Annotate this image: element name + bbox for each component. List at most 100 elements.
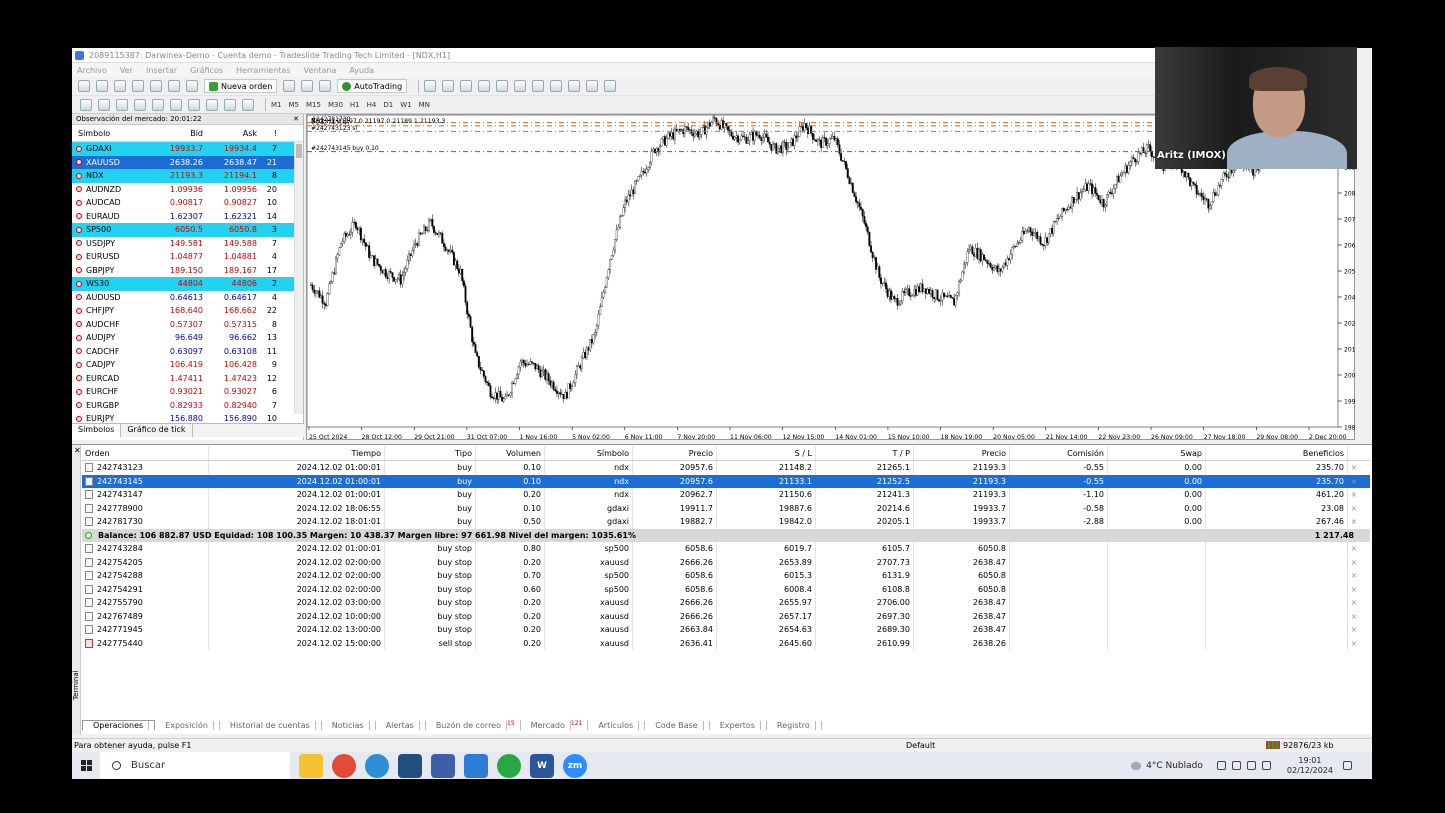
tab-grafico-tick[interactable]: Gráfico de tick <box>121 424 193 437</box>
table-row[interactable]: 242771945 2024.12.02 13:00:00 buy stop 0.20… <box>82 623 1370 637</box>
notifications-icon[interactable] <box>1343 761 1352 770</box>
market-watch-row[interactable]: AUDCHF 0.57307 0.57315 8 <box>72 318 303 332</box>
file-explorer-icon[interactable] <box>299 753 323 778</box>
zoom-icon[interactable]: zm <box>563 753 587 778</box>
table-row[interactable]: 242778900 2024.12.02 18:06:55 buy 0.10 gdaxi… <box>82 501 1370 516</box>
menu-ver[interactable]: Ver <box>120 66 133 75</box>
close-order-icon[interactable]: × <box>1348 515 1360 529</box>
menu-archivo[interactable]: Archivo <box>77 66 107 75</box>
trendline-icon[interactable] <box>152 98 164 111</box>
terminal-col-header[interactable]: Tipo <box>385 446 476 460</box>
market-watch-row[interactable]: NDX 21193.3 21194.1 8 <box>72 169 303 183</box>
market-watch-row[interactable]: XAUUSD 2638.26 2638.47 21 <box>72 155 303 169</box>
vertical-line-icon[interactable] <box>116 98 128 111</box>
fibonacci-icon[interactable] <box>188 98 200 111</box>
terminal-col-header[interactable]: Orden <box>82 446 209 460</box>
table-row[interactable]: 242743147 2024.12.02 01:00:01 buy 0.20 ndx 20… <box>82 488 1370 502</box>
col-spread[interactable]: ! <box>260 129 280 138</box>
close-order-icon[interactable]: × <box>1348 542 1360 556</box>
market-watch-row[interactable]: CADCHF 0.63097 0.63108 11 <box>72 345 303 359</box>
chart-shift-icon[interactable] <box>550 80 563 92</box>
close-order-icon[interactable]: × <box>1348 637 1360 651</box>
terminal-tab[interactable]: Alertas <box>376 720 426 730</box>
table-row[interactable]: 242754291 2024.12.02 02:00:00 buy stop 0.60… <box>82 582 1370 597</box>
display-icon[interactable] <box>1261 761 1271 770</box>
navigator-icon[interactable] <box>150 80 162 92</box>
timeframe-w1[interactable]: W1 <box>400 101 411 109</box>
vps-icon[interactable] <box>319 80 332 92</box>
terminal-tab[interactable]: Noticias <box>322 720 376 730</box>
app-icon[interactable] <box>431 753 455 778</box>
volume-icon[interactable] <box>1246 761 1256 770</box>
market-watch-row[interactable]: GBPJPY 189.150 189.167 17 <box>72 264 303 278</box>
close-order-icon[interactable]: × <box>1348 623 1360 637</box>
col-symbol[interactable]: Símbolo <box>72 129 152 138</box>
taskbar-clock[interactable]: 19:01 02/12/2024 <box>1287 756 1333 776</box>
market-watch-row[interactable]: EURCHF 0.93021 0.93027 6 <box>72 385 303 399</box>
terminal-col-header[interactable]: S / L <box>717 446 816 460</box>
terminal-tab[interactable]: Artículos <box>588 720 646 730</box>
close-icon[interactable]: ✕ <box>293 114 299 125</box>
taskbar-search[interactable]: Buscar <box>100 752 290 779</box>
crosshair-icon[interactable] <box>98 98 110 111</box>
tile-windows-icon[interactable] <box>514 80 527 92</box>
close-order-icon[interactable]: × <box>1348 502 1360 516</box>
table-row[interactable]: 242743145 2024.12.02 01:00:01 buy 0.10 ndx 20… <box>82 474 1370 489</box>
scrollbar-thumb[interactable] <box>296 144 302 158</box>
market-watch-row[interactable]: EURCAD 1.47411 1.47423 12 <box>72 372 303 386</box>
chevron-up-icon[interactable] <box>1216 761 1226 770</box>
close-order-icon[interactable]: × <box>1348 475 1360 489</box>
market-watch-row[interactable]: AUDNZD 1.09936 1.09956 20 <box>72 183 303 197</box>
terminal-tab[interactable]: Operaciones <box>82 720 156 730</box>
profiles-icon[interactable] <box>96 80 108 92</box>
table-row[interactable]: 242754288 2024.12.02 02:00:00 buy stop 0.70… <box>82 569 1370 583</box>
table-row[interactable]: 242755790 2024.12.02 03:00:00 buy stop 0.20… <box>82 596 1370 610</box>
zoom-in-icon[interactable] <box>478 80 491 92</box>
terminal-tab[interactable]: Historial de cuentas <box>220 720 322 730</box>
timeframe-m5[interactable]: M5 <box>289 101 300 109</box>
market-watch-row[interactable]: WS30 44804 44806 2 <box>72 277 303 291</box>
terminal-col-header[interactable]: T / P <box>816 446 914 460</box>
close-order-icon[interactable]: × <box>1348 488 1360 502</box>
close-order-icon[interactable]: × <box>1348 583 1360 597</box>
market-watch-row[interactable]: CADJPY 106.419 106.428 9 <box>72 358 303 372</box>
menu-ventana[interactable]: Ventana <box>304 66 337 75</box>
indicators-icon[interactable] <box>568 80 581 92</box>
market-watch-row[interactable]: SP500 6050.5 6050.8 3 <box>72 223 303 237</box>
table-row[interactable]: 242743284 2024.12.02 01:00:01 buy stop 0.80… <box>82 542 1370 556</box>
chrome-profile-icon[interactable] <box>497 753 521 778</box>
tab-simbolos[interactable]: Símbolos <box>72 424 122 437</box>
terminal-tab[interactable]: Registro <box>767 720 822 730</box>
start-button[interactable] <box>72 752 100 779</box>
metaeditor-icon[interactable] <box>283 80 296 92</box>
timeframe-m15[interactable]: M15 <box>306 101 321 109</box>
bar-chart-icon[interactable] <box>424 80 437 92</box>
market-watch-icon[interactable] <box>114 80 126 92</box>
timeframe-m1[interactable]: M1 <box>271 101 282 109</box>
status-profile[interactable]: Default <box>906 741 1266 750</box>
timeframe-mn[interactable]: MN <box>419 101 430 109</box>
terminal-col-header[interactable]: Símbolo <box>545 446 633 460</box>
table-row[interactable]: 242743123 2024.12.02 01:00:01 buy 0.10 ndx 20… <box>82 461 1370 475</box>
market-watch-row[interactable]: EURUSD 1.04877 1.04881 4 <box>72 250 303 264</box>
text-label-icon[interactable] <box>224 98 236 111</box>
menu-graficos[interactable]: Gráficos <box>190 66 223 75</box>
terminal-tab[interactable]: Exposición <box>155 720 220 730</box>
timeframe-d1[interactable]: D1 <box>383 101 393 109</box>
text-icon[interactable] <box>206 98 218 111</box>
chrome-icon[interactable] <box>332 753 356 778</box>
metatrader-icon[interactable] <box>398 753 422 778</box>
candlestick-icon[interactable] <box>442 80 455 92</box>
autotrading-button[interactable]: AutoTrading <box>337 79 408 93</box>
scrollbar[interactable] <box>294 142 303 414</box>
terminal-icon[interactable] <box>168 80 180 92</box>
terminal-tab[interactable]: Expertos <box>710 720 767 730</box>
timeframe-m30[interactable]: M30 <box>328 101 343 109</box>
col-ask[interactable]: Ask <box>206 129 260 138</box>
menu-insertar[interactable]: Insertar <box>146 66 177 75</box>
market-watch-row[interactable]: AUDJPY 96.649 96.662 13 <box>72 331 303 345</box>
word-icon[interactable]: W <box>530 753 554 778</box>
timeframe-h4[interactable]: H4 <box>367 101 377 109</box>
periods-icon[interactable] <box>586 80 599 92</box>
market-watch-row[interactable]: AUDUSD 0.64613 0.64617 4 <box>72 291 303 305</box>
